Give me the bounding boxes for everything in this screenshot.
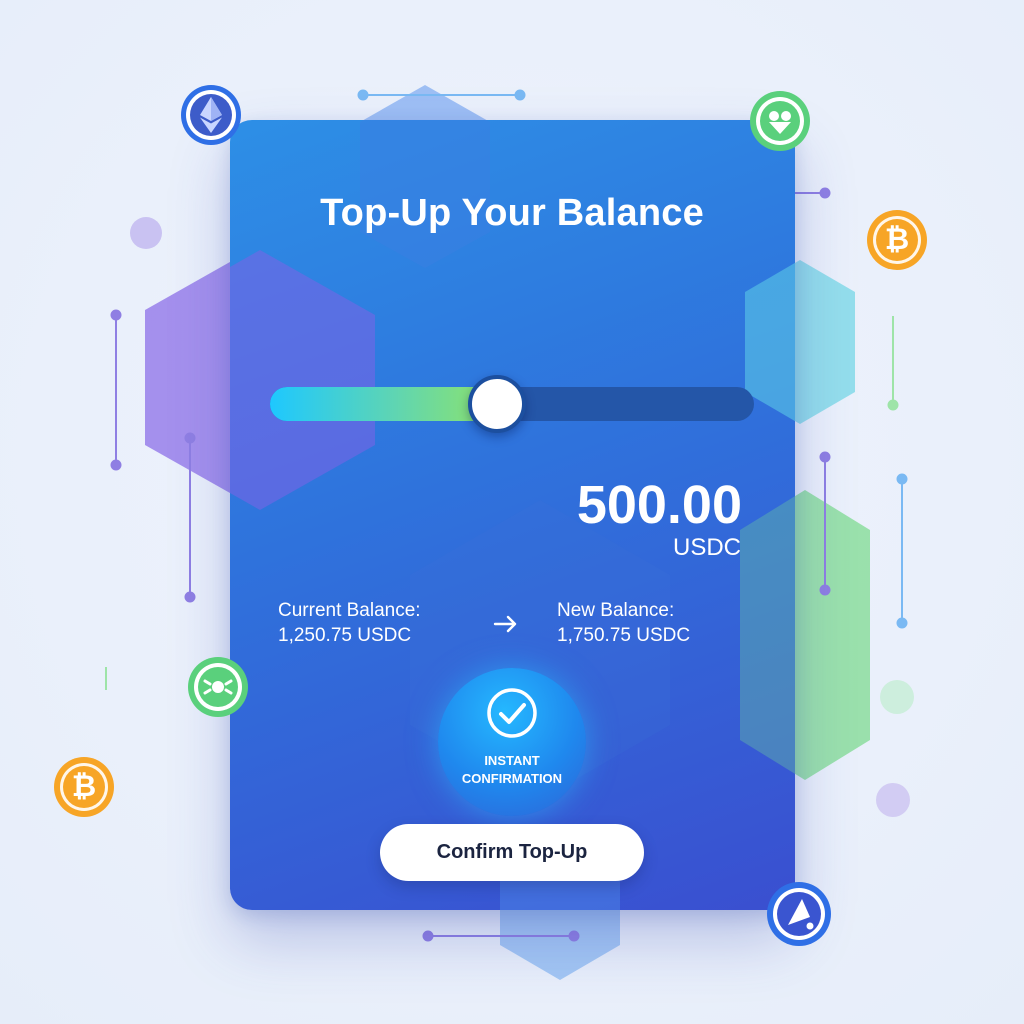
current-balance-value: 1,250.75 USDC (278, 625, 412, 646)
new-balance-value: 1,750.75 USDC (557, 625, 691, 646)
ethereum-icon (180, 84, 242, 146)
amount-value: 500.00 (576, 475, 742, 535)
green-token-icon (749, 90, 811, 152)
bitcoin-icon: ₿ (866, 209, 928, 271)
amount-slider[interactable] (270, 375, 754, 433)
instant-confirmation-label: INSTANT CONFIRMATION (461, 753, 563, 786)
green-token-icon (187, 656, 249, 718)
arrow-right-icon (491, 612, 521, 636)
slider-thumb[interactable] (468, 375, 526, 433)
check-circle-icon (487, 688, 537, 738)
new-balance-label: New Balance: (557, 600, 675, 621)
instant-confirmation-badge: INSTANT CONFIRMATION (438, 668, 586, 816)
confirm-top-up-button[interactable]: Confirm Top-Up (380, 824, 644, 881)
current-balance-label: Current Balance: (278, 600, 421, 621)
bitcoin-icon: ₿ (53, 756, 115, 818)
amount-unit: USDC (672, 534, 741, 561)
blue-token-icon (766, 881, 832, 947)
slider-fill (270, 387, 497, 421)
